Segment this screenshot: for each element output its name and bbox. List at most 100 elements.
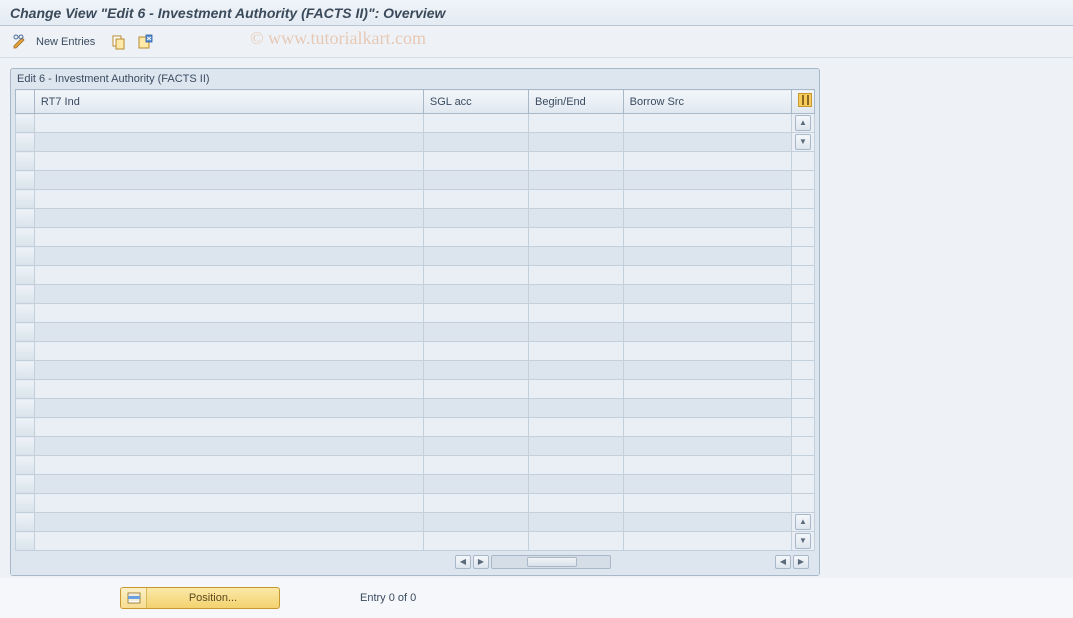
empty-cell[interactable] <box>529 437 624 456</box>
empty-cell[interactable] <box>529 361 624 380</box>
empty-cell[interactable] <box>529 513 624 532</box>
hscroll-thumb[interactable] <box>527 557 577 567</box>
empty-cell[interactable] <box>34 361 423 380</box>
empty-cell[interactable] <box>529 418 624 437</box>
empty-cell[interactable] <box>34 475 423 494</box>
empty-cell[interactable] <box>423 342 528 361</box>
row-selector[interactable] <box>16 285 35 304</box>
empty-cell[interactable] <box>529 114 624 133</box>
hscroll-first-button[interactable]: ◀ <box>455 555 471 569</box>
empty-cell[interactable] <box>34 114 423 133</box>
empty-cell[interactable] <box>423 285 528 304</box>
empty-cell[interactable] <box>623 247 791 266</box>
row-selector[interactable] <box>16 475 35 494</box>
empty-cell[interactable] <box>623 399 791 418</box>
empty-cell[interactable] <box>423 494 528 513</box>
empty-cell[interactable] <box>623 361 791 380</box>
empty-cell[interactable] <box>423 380 528 399</box>
vscroll-line-up-button[interactable]: ▲ <box>795 514 811 530</box>
empty-cell[interactable] <box>34 399 423 418</box>
empty-cell[interactable] <box>34 190 423 209</box>
empty-cell[interactable] <box>423 418 528 437</box>
empty-cell[interactable] <box>34 171 423 190</box>
empty-cell[interactable] <box>623 266 791 285</box>
empty-cell[interactable] <box>34 247 423 266</box>
row-selector[interactable] <box>16 171 35 190</box>
row-selector[interactable] <box>16 380 35 399</box>
row-selector[interactable] <box>16 532 35 551</box>
empty-cell[interactable] <box>623 494 791 513</box>
row-selector[interactable] <box>16 266 35 285</box>
empty-cell[interactable] <box>529 399 624 418</box>
empty-cell[interactable] <box>623 342 791 361</box>
empty-cell[interactable] <box>423 209 528 228</box>
empty-cell[interactable] <box>529 532 624 551</box>
empty-cell[interactable] <box>529 475 624 494</box>
empty-cell[interactable] <box>423 513 528 532</box>
row-selector[interactable] <box>16 247 35 266</box>
empty-cell[interactable] <box>529 209 624 228</box>
row-selector[interactable] <box>16 152 35 171</box>
row-selector[interactable] <box>16 437 35 456</box>
empty-cell[interactable] <box>423 323 528 342</box>
new-entries-button[interactable]: New Entries <box>36 36 95 48</box>
empty-cell[interactable] <box>423 304 528 323</box>
row-selector[interactable] <box>16 418 35 437</box>
empty-cell[interactable] <box>623 304 791 323</box>
empty-cell[interactable] <box>34 418 423 437</box>
row-selector[interactable] <box>16 399 35 418</box>
empty-cell[interactable] <box>34 380 423 399</box>
row-selector[interactable] <box>16 190 35 209</box>
row-selector[interactable] <box>16 228 35 247</box>
column-header-begin-end[interactable]: Begin/End <box>529 90 624 114</box>
empty-cell[interactable] <box>623 285 791 304</box>
empty-cell[interactable] <box>34 532 423 551</box>
vscroll-up-button[interactable]: ▲ <box>795 115 811 131</box>
empty-cell[interactable] <box>623 380 791 399</box>
empty-cell[interactable] <box>34 285 423 304</box>
empty-cell[interactable] <box>529 494 624 513</box>
row-selector[interactable] <box>16 494 35 513</box>
empty-cell[interactable] <box>623 323 791 342</box>
empty-cell[interactable] <box>34 342 423 361</box>
empty-cell[interactable] <box>623 209 791 228</box>
delete-button[interactable] <box>135 32 155 52</box>
empty-cell[interactable] <box>623 418 791 437</box>
copy-as-button[interactable] <box>109 32 129 52</box>
empty-cell[interactable] <box>529 304 624 323</box>
empty-cell[interactable] <box>34 228 423 247</box>
column-header-sgl[interactable]: SGL acc <box>423 90 528 114</box>
column-header-rt7[interactable]: RT7 Ind <box>34 90 423 114</box>
empty-cell[interactable] <box>423 456 528 475</box>
hscroll-track[interactable] <box>491 555 611 569</box>
row-selector[interactable] <box>16 342 35 361</box>
row-selector[interactable] <box>16 456 35 475</box>
empty-cell[interactable] <box>34 513 423 532</box>
empty-cell[interactable] <box>623 513 791 532</box>
empty-cell[interactable] <box>423 361 528 380</box>
empty-cell[interactable] <box>423 475 528 494</box>
hscroll-last-button[interactable]: ▶ <box>793 555 809 569</box>
row-selector[interactable] <box>16 209 35 228</box>
hscroll-left-button[interactable]: ▶ <box>473 555 489 569</box>
empty-cell[interactable] <box>623 437 791 456</box>
empty-cell[interactable] <box>623 228 791 247</box>
empty-cell[interactable] <box>34 437 423 456</box>
empty-cell[interactable] <box>423 152 528 171</box>
empty-cell[interactable] <box>623 532 791 551</box>
empty-cell[interactable] <box>529 247 624 266</box>
empty-cell[interactable] <box>623 190 791 209</box>
empty-cell[interactable] <box>529 190 624 209</box>
hscroll-right-button[interactable]: ◀ <box>775 555 791 569</box>
empty-cell[interactable] <box>423 247 528 266</box>
row-selector[interactable] <box>16 323 35 342</box>
empty-cell[interactable] <box>623 114 791 133</box>
position-button[interactable]: Position... <box>120 587 280 609</box>
empty-cell[interactable] <box>423 133 528 152</box>
row-selector[interactable] <box>16 361 35 380</box>
vscroll-line-down-button[interactable]: ▼ <box>795 134 811 150</box>
empty-cell[interactable] <box>529 152 624 171</box>
empty-cell[interactable] <box>423 437 528 456</box>
empty-cell[interactable] <box>423 532 528 551</box>
empty-cell[interactable] <box>423 171 528 190</box>
